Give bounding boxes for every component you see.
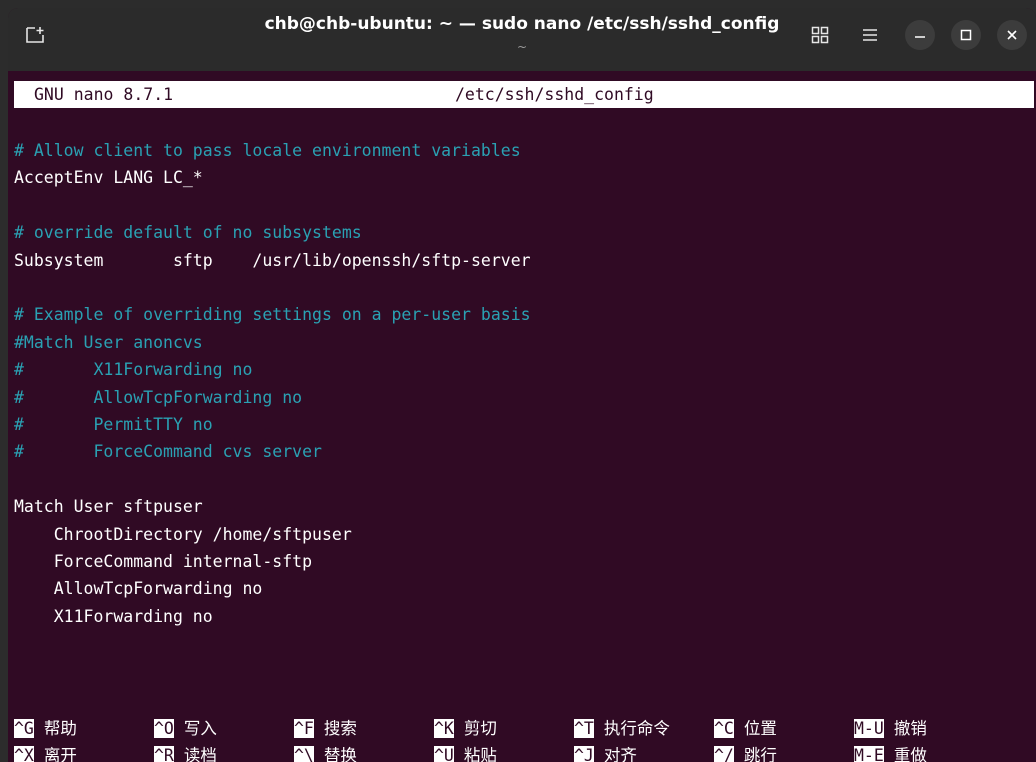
shortcut-label: 对齐 xyxy=(603,746,637,762)
shortcut-撤销[interactable]: M-U 撤销 xyxy=(854,716,927,742)
shortcut-离开[interactable]: ^X 离开 xyxy=(14,743,77,762)
config-line[interactable]: X11Forwarding no xyxy=(14,603,213,630)
shortcut-重做[interactable]: M-E 重做 xyxy=(854,743,927,762)
shortcut-读档[interactable]: ^R 读档 xyxy=(154,743,217,762)
shortcut-key: M-U xyxy=(854,719,884,738)
shortcut-执行命令[interactable]: ^T 执行命令 xyxy=(574,716,670,742)
comment-line[interactable]: # Example of overriding settings on a pe… xyxy=(14,301,531,328)
shortcut-key: ^F xyxy=(294,719,314,738)
title-bar: chb@chb-ubuntu: ~ — sudo nano /etc/ssh/s… xyxy=(8,8,1036,71)
shortcut-label: 执行命令 xyxy=(603,719,670,738)
config-line[interactable]: AcceptEnv LANG LC_* xyxy=(14,164,203,191)
shortcut-key: ^R xyxy=(154,746,174,762)
maximize-icon[interactable] xyxy=(951,20,981,50)
nano-version: GNU nano 8.7.1 xyxy=(34,85,174,104)
shortcut-key: ^X xyxy=(14,746,34,762)
nano-filename: /etc/ssh/sshd_config xyxy=(455,85,654,104)
shortcut-key: M-E xyxy=(854,746,884,762)
comment-line[interactable]: # Allow client to pass locale environmen… xyxy=(14,137,521,164)
shortcut-key: ^K xyxy=(434,719,454,738)
grid-view-icon[interactable] xyxy=(805,20,835,50)
shortcut-写入[interactable]: ^O 写入 xyxy=(154,716,217,742)
shortcut-剪切[interactable]: ^K 剪切 xyxy=(434,716,497,742)
shortcut-粘贴[interactable]: ^U 粘贴 xyxy=(434,743,497,762)
shortcut-label: 跳行 xyxy=(743,746,777,762)
shortcut-label: 读档 xyxy=(183,746,217,762)
shortcut-label: 写入 xyxy=(183,719,217,738)
shortcut-label: 离开 xyxy=(43,746,77,762)
shortcut-跳行[interactable]: ^/ 跳行 xyxy=(714,743,777,762)
config-line[interactable]: ForceCommand internal-sftp xyxy=(14,548,312,575)
shortcut-key: ^C xyxy=(714,719,734,738)
shortcut-对齐[interactable]: ^J 对齐 xyxy=(574,743,637,762)
nano-editor[interactable]: GNU nano 8.7.1 /etc/ssh/sshd_config # Al… xyxy=(14,71,1036,762)
minimize-icon[interactable] xyxy=(905,20,935,50)
nano-header-bar: GNU nano 8.7.1 /etc/ssh/sshd_config xyxy=(14,81,1034,108)
config-line[interactable]: ChrootDirectory /home/sftpuser xyxy=(14,521,352,548)
shortcut-key: ^O xyxy=(154,719,174,738)
shortcut-label: 重做 xyxy=(893,746,927,762)
comment-line[interactable]: # AllowTcpForwarding no xyxy=(14,384,302,411)
comment-line[interactable]: # PermitTTY no xyxy=(14,411,213,438)
shortcut-key: ^G xyxy=(14,719,34,738)
config-line[interactable]: AllowTcpForwarding no xyxy=(14,575,263,602)
comment-line[interactable]: # X11Forwarding no xyxy=(14,356,252,383)
shortcut-label: 位置 xyxy=(743,719,777,738)
shortcut-label: 撤销 xyxy=(893,719,927,738)
shortcut-label: 帮助 xyxy=(43,719,77,738)
shortcut-label: 替换 xyxy=(323,746,357,762)
comment-line[interactable]: # override default of no subsystems xyxy=(14,219,362,246)
shortcut-key: ^T xyxy=(574,719,594,738)
comment-line[interactable]: # ForceCommand cvs server xyxy=(14,438,322,465)
shortcut-key: ^J xyxy=(574,746,594,762)
shortcut-搜索[interactable]: ^F 搜索 xyxy=(294,716,357,742)
terminal-window: chb@chb-ubuntu: ~ — sudo nano /etc/ssh/s… xyxy=(8,8,1036,762)
comment-line[interactable]: #Match User anoncvs xyxy=(14,329,203,356)
shortcut-key: ^U xyxy=(434,746,454,762)
shortcut-label: 粘贴 xyxy=(463,746,497,762)
shortcut-位置[interactable]: ^C 位置 xyxy=(714,716,777,742)
shortcut-替换[interactable]: ^\ 替换 xyxy=(294,743,357,762)
close-icon[interactable] xyxy=(997,20,1027,50)
shortcut-key: ^\ xyxy=(294,746,314,762)
hamburger-menu-icon[interactable] xyxy=(855,20,885,50)
shortcut-key: ^/ xyxy=(714,746,734,762)
shortcut-label: 剪切 xyxy=(463,719,497,738)
shortcut-label: 搜索 xyxy=(323,719,357,738)
config-line[interactable]: Subsystem sftp /usr/lib/openssh/sftp-ser… xyxy=(14,247,531,274)
config-line[interactable]: Match User sftpuser xyxy=(14,493,203,520)
shortcut-帮助[interactable]: ^G 帮助 xyxy=(14,716,77,742)
